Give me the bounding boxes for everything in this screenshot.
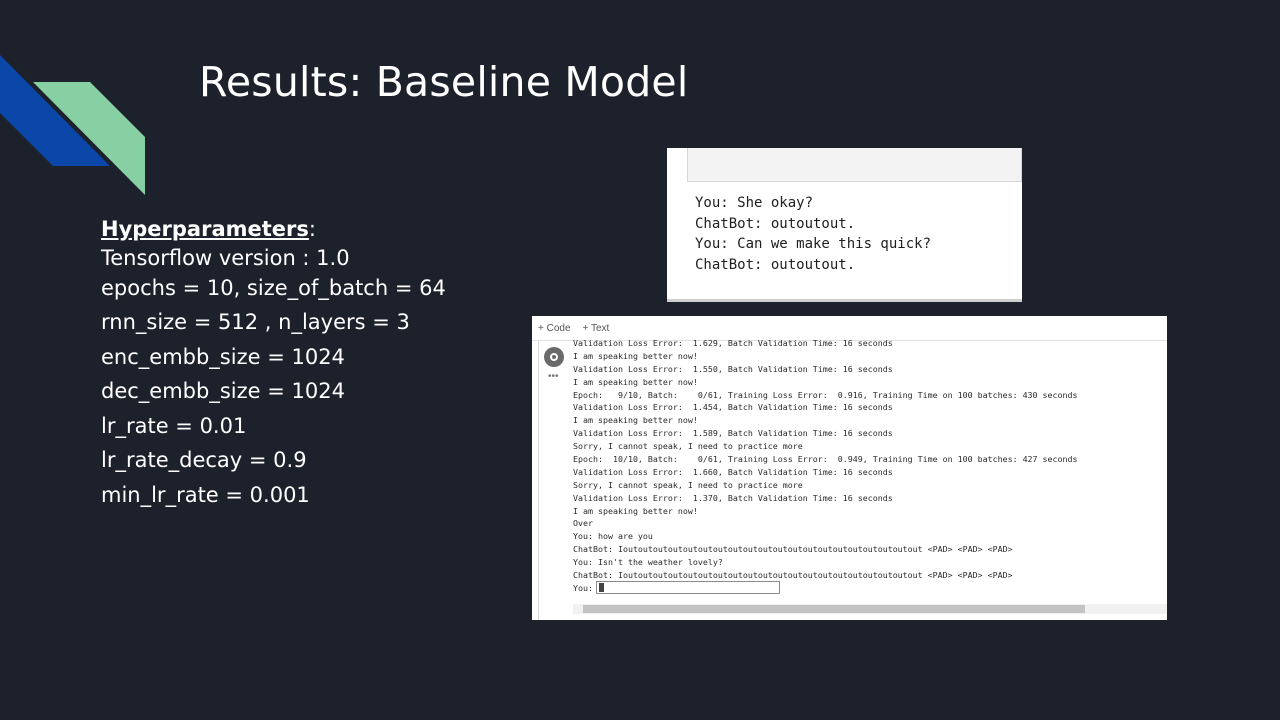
output-line: I am speaking better now! <box>573 350 698 361</box>
cell-border <box>538 341 539 620</box>
output-line: Validation Loss Error: 1.629, Batch Vali… <box>573 338 893 348</box>
hyperparameter-line: dec_embb_size = 1024 <box>101 379 345 403</box>
output-line: Validation Loss Error: 1.589, Batch Vali… <box>573 428 893 439</box>
output-line: ChatBot: Ioutoutoutoutoutoutoutoutoutout… <box>573 570 1013 581</box>
hyperparameters-heading-text: Hyperparameters <box>101 217 309 241</box>
chat-line: ChatBot: outoutout. <box>695 257 856 274</box>
chat-prompt-row: You: <box>573 581 780 594</box>
output-line: Validation Loss Error: 1.454, Batch Vali… <box>573 402 893 413</box>
prompt-label: You: <box>573 582 593 593</box>
prompt-input[interactable] <box>595 581 780 594</box>
chat-line: You: She okay? <box>695 195 814 211</box>
output-line: Validation Loss Error: 1.550, Batch Vali… <box>573 363 893 374</box>
hyperparameter-line: epochs = 10, size_of_batch = 64 <box>101 276 446 300</box>
hyperparameter-line: min_lr_rate = 0.001 <box>101 482 310 507</box>
hyperparameters-block: Hyperparameters: Tensorflow version : 1.… <box>101 214 446 515</box>
horizontal-scrollbar[interactable] <box>573 604 1167 614</box>
output-line: I am speaking better now! <box>573 376 698 387</box>
output-line: ChatBot: Ioutoutoutoutoutoutoutoutoutout… <box>573 544 1013 555</box>
hyperparameters-heading: Hyperparameters: <box>101 214 446 244</box>
chat-line: You: Can we make this quick? <box>695 236 932 253</box>
output-line: You: how are you <box>573 531 653 542</box>
add-code-button[interactable]: + Code <box>538 323 571 334</box>
output-line: I am speaking better now! <box>573 505 698 516</box>
hyperparameter-line: lr_rate = 0.01 <box>101 413 247 438</box>
hyperparameter-line: lr_rate_decay = 0.9 <box>101 448 307 472</box>
ellipsis-icon[interactable]: ••• <box>548 372 559 382</box>
run-cell-icon[interactable] <box>544 347 564 367</box>
corner-decoration <box>0 55 145 195</box>
hyperparameters-heading-colon: : <box>308 217 316 241</box>
hyperparameter-line: rnn_size = 512 , n_layers = 3 <box>101 310 410 334</box>
chat-screenshot: You: She okay? ChatBot: outoutout. You: … <box>667 148 1022 302</box>
cell-output: Validation Loss Error: 1.629, Batch Vali… <box>573 337 1078 582</box>
add-text-button[interactable]: + Text <box>583 323 610 334</box>
output-line: You: Isn't the weather lovely? <box>573 557 723 568</box>
hyperparameter-line: enc_embb_size = 1024 <box>101 344 345 369</box>
slide: Results: Baseline Model Hyperparameters:… <box>0 0 1280 720</box>
output-line: I am speaking better now! <box>573 415 698 426</box>
hyperparameter-line: Tensorflow version : 1.0 <box>101 246 350 270</box>
output-line: Validation Loss Error: 1.660, Batch Vali… <box>573 466 893 477</box>
chat-transcript: You: She okay? ChatBot: outoutout. You: … <box>695 193 931 276</box>
text-cursor <box>598 583 604 592</box>
scrollbar-thumb[interactable] <box>583 605 1085 613</box>
output-line: Validation Loss Error: 1.370, Batch Vali… <box>573 492 893 503</box>
divider <box>667 299 1022 302</box>
run-cell-icon-inner <box>550 353 558 361</box>
slide-title: Results: Baseline Model <box>199 58 689 106</box>
output-line: Sorry, I cannot speak, I need to practic… <box>573 441 803 452</box>
notebook-screenshot: + Code + Text ••• Validation Loss Error:… <box>532 316 1167 620</box>
output-line: Epoch: 10/10, Batch: 0/61, Training Loss… <box>573 454 1078 465</box>
chat-input-box[interactable] <box>687 148 1022 182</box>
output-line: Sorry, I cannot speak, I need to practic… <box>573 479 803 490</box>
output-line: Over <box>573 518 593 529</box>
chat-line: ChatBot: outoutout. <box>695 215 856 232</box>
output-line: Epoch: 9/10, Batch: 0/61, Training Loss … <box>573 389 1078 400</box>
